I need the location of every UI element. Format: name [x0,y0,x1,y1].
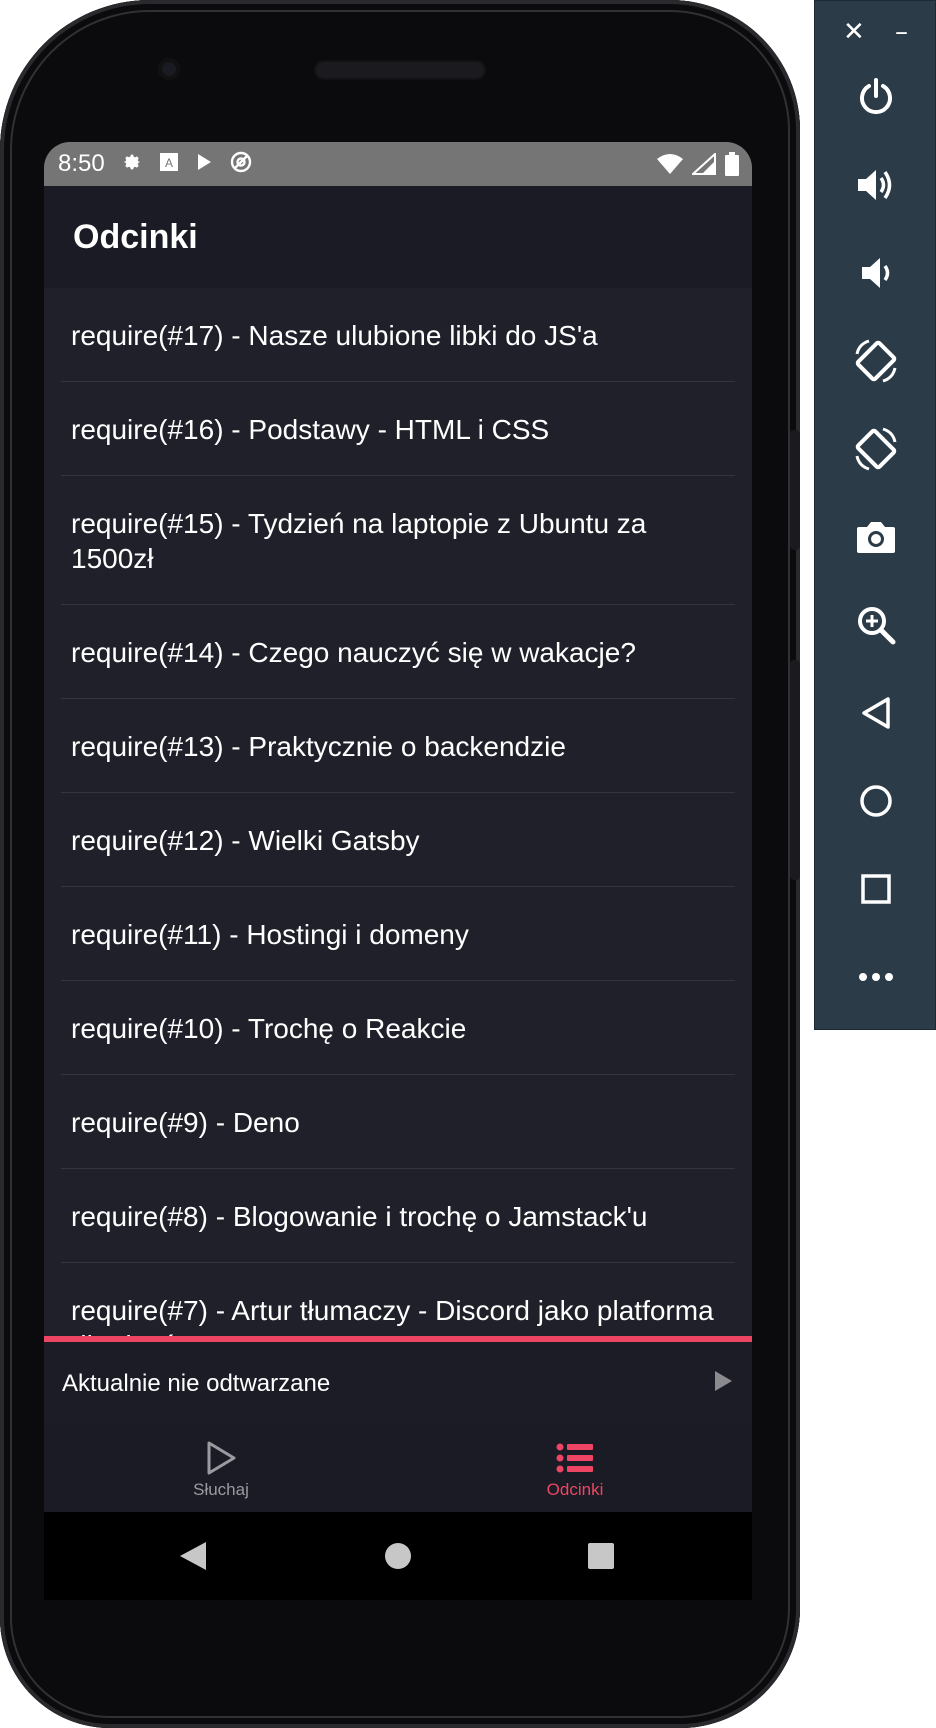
list-icon [556,1438,594,1478]
tab-episodes[interactable]: Odcinki [398,1426,752,1512]
tab-listen-label: Słuchaj [193,1480,249,1499]
status-right-icons [656,151,740,180]
rotate-left-icon[interactable] [815,331,936,391]
app-header: Odcinki [44,186,752,288]
episode-item[interactable]: require(#13) - Praktycznie o backendzie [61,699,735,793]
episode-item[interactable]: require(#17) - Nasze ulubione libki do J… [61,288,735,382]
tab-episodes-label: Odcinki [546,1480,604,1499]
episode-item[interactable]: require(#11) - Hostingi i domeny [61,887,735,981]
tab-listen[interactable]: Słuchaj [44,1426,398,1512]
power-icon[interactable] [815,67,936,127]
back-icon[interactable] [815,683,936,743]
status-bar: 8:50 A [44,142,752,186]
device-screen: 8:50 A Odcinki require(#17) - Nasze ulub… [44,142,752,1512]
episode-item[interactable]: require(#7) - Artur tłumaczy - Discord j… [61,1263,735,1336]
emulator-toolbar: ✕ – [814,0,936,1030]
status-time: 8:50 [58,150,105,177]
gear-icon [121,151,143,178]
emulator-window-controls: ✕ – [815,19,936,45]
more-icon[interactable] [815,947,936,1007]
phone-volume-key [790,660,800,880]
episode-item[interactable]: require(#10) - Trochę o Reakcie [61,981,735,1075]
svg-text:A: A [165,156,173,170]
player-play-button[interactable] [712,1369,734,1399]
system-back-button[interactable] [178,1540,208,1576]
home-icon[interactable] [815,771,936,831]
system-home-button[interactable] [384,1542,412,1574]
zoom-icon[interactable] [815,595,936,655]
bottom-navigation: Słuchaj Odcinki [44,1426,752,1512]
page-title: Odcinki [73,217,198,256]
minimize-icon[interactable]: – [895,19,908,45]
episode-item[interactable]: require(#12) - Wielki Gatsby [61,793,735,887]
episode-item[interactable]: require(#16) - Podstawy - HTML i CSS [61,382,735,476]
battery-icon [724,152,740,180]
overview-icon[interactable] [815,859,936,919]
close-icon[interactable]: ✕ [843,19,865,45]
volume-up-icon[interactable] [815,155,936,215]
mini-player[interactable]: Aktualnie nie odtwarzane [44,1336,752,1426]
earpiece-speaker [314,60,486,80]
episode-list[interactable]: require(#17) - Nasze ulubione libki do J… [44,288,752,1336]
phone-power-key [790,430,800,550]
play-outline-icon [204,1438,238,1478]
a-box-icon: A [159,152,179,177]
wifi-icon [656,153,684,179]
episode-item[interactable]: require(#8) - Blogowanie i trochę o Jams… [61,1169,735,1263]
episode-item[interactable]: require(#9) - Deno [61,1075,735,1169]
rotate-right-icon[interactable] [815,419,936,479]
play-icon [195,152,213,177]
system-recents-button[interactable] [588,1543,614,1573]
player-status-text: Aktualnie nie odtwarzane [62,1370,331,1397]
front-camera [158,58,180,80]
volume-down-icon[interactable] [815,243,936,303]
episode-item[interactable]: require(#14) - Czego nauczyć się w wakac… [61,605,735,699]
episode-item[interactable]: require(#15) - Tydzień na laptopie z Ubu… [61,476,735,605]
signal-icon [690,151,716,179]
camera-icon[interactable] [815,507,936,567]
at-icon [229,150,253,179]
system-navigation-bar [44,1512,752,1600]
